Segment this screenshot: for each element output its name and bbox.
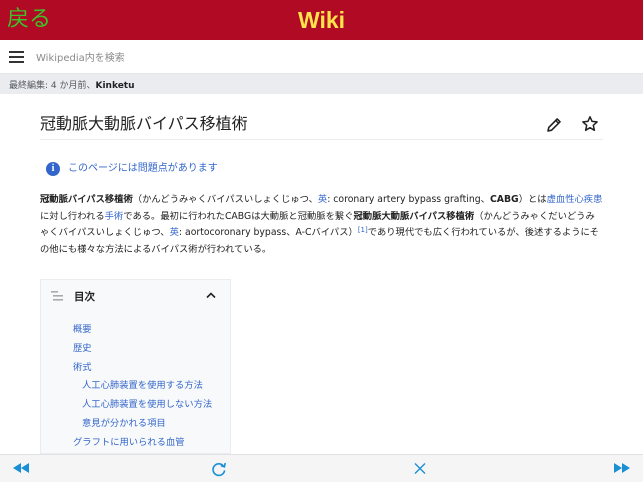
fast-forward-icon (614, 463, 630, 473)
search-input[interactable] (36, 48, 626, 68)
abbr-bold: CABG (489, 194, 519, 205)
english-link[interactable]: 英 (318, 194, 327, 205)
article-content: 冠動脈大動脈バイパス移植術 i このページには問題点があります 冠動脈バイパス移… (40, 94, 603, 454)
toc-item-controversies[interactable]: 意見が分かれる項目 (73, 415, 212, 434)
page-issues-text: このページには問題点があります (68, 163, 218, 174)
last-edited-bar[interactable]: 最終編集: 4 か月前、Kinketu (0, 74, 643, 94)
lead-text: : aortocoronary bypass、A-Cバイパス） (178, 227, 358, 238)
star-icon[interactable] (581, 115, 599, 133)
toc-item-overview[interactable]: 概要 (73, 321, 212, 340)
toc-item-on-pump[interactable]: 人工心肺装置を使用する方法 (73, 377, 212, 396)
ischemic-heart-disease-link[interactable]: 虚血性心疾患 (547, 194, 603, 205)
lead-text: である。最初に行われたCABGは大動脈と冠動脈を繋ぐ (123, 210, 354, 222)
fast-forward-button[interactable] (609, 455, 637, 483)
toc-header[interactable]: 目次 (41, 280, 230, 312)
last-edited-text: 最終編集: 4 か月前、 (9, 81, 96, 91)
toc-title: 目次 (74, 291, 95, 303)
rewind-button[interactable] (8, 455, 36, 483)
info-icon: i (46, 162, 60, 176)
hamburger-icon[interactable] (9, 51, 24, 63)
reference-link[interactable]: [1] (358, 226, 368, 234)
lead-paragraph: 冠動脈バイパス移植術（かんどうみゃくバイパスいしょくじゅつ、英: coronar… (40, 192, 603, 258)
lead-text: : coronary artery bypass grafting、 (327, 194, 490, 205)
bottom-toolbar (0, 454, 643, 482)
lead-text: に対し行われる (40, 210, 105, 222)
back-button[interactable]: 戻る (7, 6, 51, 34)
reload-icon (212, 462, 226, 477)
title-row: 冠動脈大動脈バイパス移植術 (40, 94, 603, 140)
toc-item-grafts[interactable]: グラフトに用いられる血管 (73, 434, 212, 453)
top-bar: 戻る Wiki (0, 0, 643, 40)
toc-list: 概要 歴史 術式 人工心肺装置を使用する方法 人工心肺装置を使用しない方法 意見… (73, 321, 212, 453)
reload-button[interactable] (206, 455, 234, 483)
term-bold: 冠動脈バイパス移植術 (40, 194, 133, 205)
last-editor-name: Kinketu (95, 81, 135, 91)
lead-text: （かんどうみゃくバイパスいしょくじゅつ、 (132, 194, 318, 205)
english-link[interactable]: 英 (170, 227, 179, 238)
app-title: Wiki (297, 7, 346, 33)
toc-item-off-pump[interactable]: 人工心肺装置を使用しない方法 (73, 396, 212, 415)
toc-item-history[interactable]: 歴史 (73, 340, 212, 359)
rewind-icon (13, 463, 29, 473)
term-bold: 冠動脈大動脈バイパス移植術 (353, 210, 475, 222)
pencil-icon[interactable] (545, 116, 563, 134)
lead-text: ）とは (518, 194, 547, 205)
table-of-contents: 目次 概要 歴史 術式 人工心肺装置を使用する方法 人工心肺装置を使用しない方法… (40, 279, 231, 454)
toc-item-procedure[interactable]: 術式 (73, 359, 212, 378)
search-bar (0, 40, 643, 74)
close-icon (414, 463, 426, 474)
chevron-up-icon[interactable] (206, 291, 216, 299)
page-title: 冠動脈大動脈バイパス移植術 (40, 114, 248, 133)
surgery-link[interactable]: 手術 (105, 211, 124, 222)
list-icon (51, 291, 63, 301)
close-button[interactable] (407, 455, 435, 483)
